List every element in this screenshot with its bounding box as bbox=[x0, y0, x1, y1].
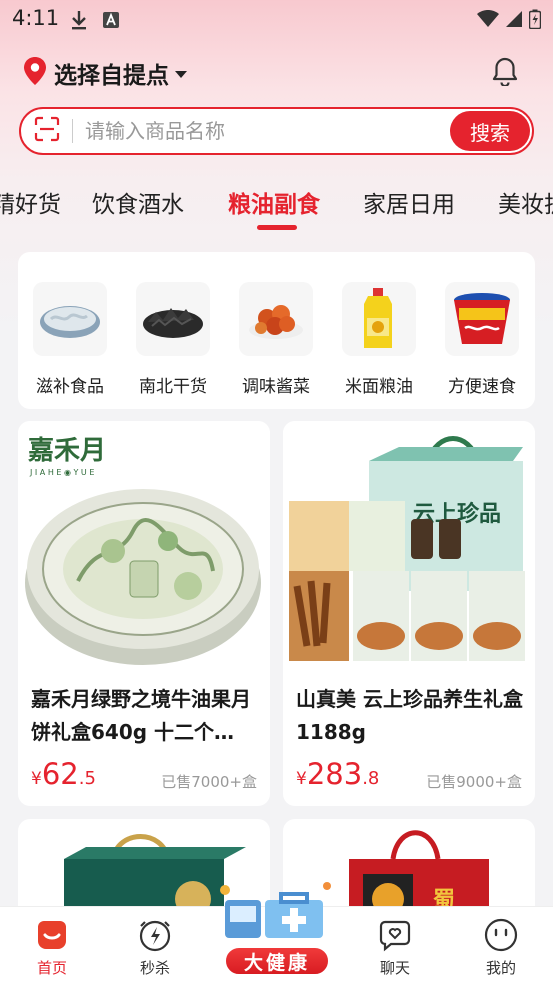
price-integer: 283 bbox=[306, 757, 363, 791]
smiley-face-icon bbox=[466, 917, 536, 953]
tab-beauty[interactable]: 美妆护 bbox=[498, 185, 553, 219]
nav-health[interactable]: 大健康 bbox=[224, 946, 330, 976]
instant-noodle-image bbox=[445, 282, 519, 356]
chat-icon bbox=[360, 917, 430, 953]
product-card[interactable]: 嘉禾月 J I A H E ◉ Y U E 嘉禾月绿野之境牛油果月饼礼盒640g… bbox=[18, 421, 270, 806]
nav-chat[interactable]: 聊天 bbox=[360, 917, 430, 978]
signal-icon bbox=[505, 10, 523, 32]
subcategory-instant-food[interactable]: 方便速食 bbox=[432, 282, 532, 397]
nav-label: 秒杀 bbox=[139, 959, 170, 977]
lightning-clock-icon bbox=[120, 917, 190, 953]
tab-picked-goods[interactable]: 精好货 bbox=[0, 185, 61, 219]
subcategory-condiments[interactable]: 调味酱菜 bbox=[226, 282, 326, 397]
tab-food-drinks[interactable]: 饮食酒水 bbox=[92, 185, 184, 219]
health-giftbox-image: 云上珍品 bbox=[283, 421, 535, 673]
search-divider bbox=[72, 119, 73, 143]
black-fungus-image bbox=[136, 282, 210, 356]
pickup-point-selector[interactable]: 选择自提点 bbox=[22, 56, 187, 90]
status-time: 4:11 bbox=[12, 6, 60, 30]
home-icon bbox=[17, 917, 87, 953]
nav-home[interactable]: 首页 bbox=[17, 917, 87, 978]
brand-logo-text: 嘉禾月 bbox=[28, 436, 106, 466]
subcategory-dried-goods[interactable]: 南北干货 bbox=[123, 282, 223, 397]
subcategory-label: 南北干货 bbox=[139, 377, 207, 397]
product-title: 嘉禾月绿野之境牛油果月饼礼盒640g 十二个… bbox=[31, 687, 251, 744]
pickles-image bbox=[239, 282, 313, 356]
subcategory-label: 米面粮油 bbox=[345, 377, 413, 397]
battery-icon bbox=[528, 9, 542, 33]
search-bar: 搜索 bbox=[19, 107, 534, 155]
nav-profile[interactable]: 我的 bbox=[466, 917, 536, 978]
active-tab-indicator bbox=[257, 225, 297, 230]
health-kit-icon[interactable] bbox=[215, 876, 335, 948]
pickup-point-label: 选择自提点 bbox=[54, 63, 169, 89]
product-card[interactable]: 云上珍品 山真美 云上珍品养生礼盒1188g ¥283.8 已售9000+盒 bbox=[283, 421, 535, 806]
nav-label: 首页 bbox=[36, 959, 67, 977]
bird-nest-image bbox=[33, 282, 107, 356]
product-price: ¥283.8 bbox=[296, 757, 379, 791]
brand-logo-subtext: J I A H E ◉ Y U E bbox=[29, 468, 94, 477]
nav-flash-sale[interactable]: 秒杀 bbox=[120, 917, 190, 978]
nav-label: 我的 bbox=[485, 959, 516, 977]
mooncake-giftbox-image: 嘉禾月 J I A H E ◉ Y U E bbox=[18, 421, 270, 673]
subcategory-rice-oil[interactable]: 米面粮油 bbox=[329, 282, 429, 397]
app-notification-icon bbox=[102, 11, 120, 33]
product-title: 山真美 云上珍品养生礼盒1188g bbox=[296, 687, 523, 744]
subcategory-label: 调味酱菜 bbox=[242, 377, 310, 397]
price-currency: ¥ bbox=[296, 769, 307, 789]
price-decimal: .5 bbox=[78, 768, 96, 789]
subcategory-card: 滋补食品 南北干货 调味酱菜 米面粮油 方便速食 bbox=[18, 252, 535, 409]
wifi-icon bbox=[477, 9, 499, 32]
tab-household[interactable]: 家居日用 bbox=[363, 185, 455, 219]
download-icon bbox=[70, 10, 88, 34]
subcategory-label: 滋补食品 bbox=[36, 377, 104, 397]
category-tabs: 精好货 饮食酒水 粮油副食 家居日用 美妆护 bbox=[0, 185, 553, 235]
search-button[interactable]: 搜索 bbox=[450, 111, 530, 151]
subcategory-tonic[interactable]: 滋补食品 bbox=[20, 282, 120, 397]
price-decimal: .8 bbox=[362, 768, 380, 789]
cooking-oil-image bbox=[342, 282, 416, 356]
price-currency: ¥ bbox=[31, 769, 42, 789]
product-price: ¥62.5 bbox=[31, 757, 96, 791]
subcategory-label: 方便速食 bbox=[448, 377, 516, 397]
tab-grain-oil[interactable]: 粮油副食 bbox=[228, 185, 320, 219]
nav-label: 聊天 bbox=[379, 959, 410, 977]
bell-icon[interactable] bbox=[491, 56, 519, 90]
location-pin-icon bbox=[22, 56, 48, 90]
chevron-down-icon bbox=[175, 70, 187, 78]
sold-count: 已售7000+盒 bbox=[161, 773, 257, 791]
sold-count: 已售9000+盒 bbox=[426, 773, 522, 791]
scan-icon[interactable] bbox=[34, 116, 60, 146]
price-integer: 62 bbox=[41, 757, 79, 791]
status-bar: 4:11 bbox=[0, 0, 553, 38]
